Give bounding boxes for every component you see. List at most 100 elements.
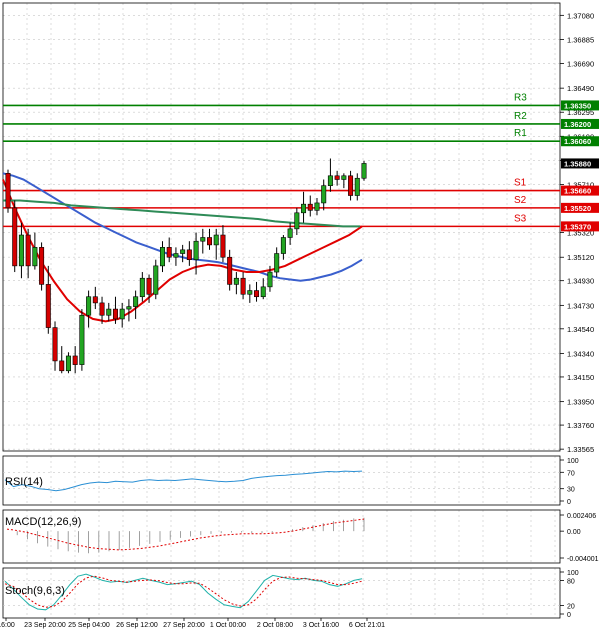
candle-bear	[207, 237, 213, 246]
candle-bull	[213, 234, 219, 246]
stoch-tick-label: 0	[567, 612, 571, 619]
candle-bull	[247, 290, 253, 295]
price-tick-label: 1.33565	[567, 445, 594, 454]
rsi-tick-label: 70	[567, 470, 575, 477]
level-name-s2: S2	[514, 195, 527, 206]
candle-bull	[126, 306, 132, 310]
price-tick-label: 1.34150	[567, 373, 594, 382]
candle-bull	[193, 240, 199, 261]
candle-bull	[260, 286, 266, 298]
stoch-tick-label: 80	[567, 578, 575, 585]
time-tick-label: 6 Oct 21:01	[349, 622, 385, 629]
rsi-line	[4, 470, 363, 492]
candle-bear	[227, 256, 233, 285]
candle-bull	[280, 237, 286, 254]
time-tick-label: 3 Oct 16:00	[303, 622, 339, 629]
level-tag-label: 1.36060	[564, 137, 591, 146]
candle-bear	[112, 308, 118, 320]
candle-bull	[294, 212, 300, 230]
candle-bull	[354, 177, 360, 196]
candle-bear	[72, 355, 78, 365]
candle-bear	[334, 175, 340, 180]
candle-bull	[180, 249, 186, 254]
price-tick-label: 1.34340	[567, 350, 594, 359]
macd-tick-label: 0.00	[567, 529, 581, 536]
candle-bear	[92, 296, 98, 304]
candle-bull	[86, 296, 92, 316]
candle-bull	[159, 247, 165, 267]
candle-bear	[45, 284, 51, 328]
candle-bull	[119, 308, 125, 320]
candle-bull	[65, 355, 71, 372]
price-tick-label: 1.36885	[567, 35, 594, 44]
stoch-label: Stoch(9,6,3)	[5, 585, 65, 597]
candle-bear	[5, 173, 11, 209]
panel-frame	[2, 509, 561, 564]
candle-bear	[307, 203, 313, 211]
candle-bull	[106, 308, 112, 316]
moving-average-line	[3, 199, 360, 228]
time-tick-label: 27 Sep 20:00	[163, 622, 205, 629]
macd-tick-label: -0.004001	[567, 556, 599, 563]
candle-bear	[25, 234, 31, 267]
price-tick-label: 1.35120	[567, 253, 594, 262]
level-tag-label: 1.35660	[564, 187, 591, 196]
candle-bull	[274, 253, 280, 273]
price-tick-label: 1.34930	[567, 277, 594, 286]
time-tick-label: 16:00	[0, 622, 15, 629]
price-tick-label: 1.36690	[567, 59, 594, 68]
candle-bear	[186, 249, 192, 261]
time-tick-label: 23 Sep 20:00	[24, 622, 66, 629]
level-tag-label: 1.35520	[564, 204, 591, 213]
candle-bull	[233, 277, 239, 285]
candle-bull	[139, 277, 145, 298]
panel-frame	[2, 567, 561, 619]
candle-bear	[39, 247, 45, 285]
level-name-r3: R3	[514, 92, 527, 103]
macd-tick-label: 0.002406	[567, 513, 596, 520]
candle-bull	[18, 234, 24, 267]
candle-bear	[52, 327, 58, 362]
candle-bull	[153, 265, 159, 295]
candle-bear	[99, 302, 105, 316]
candle-bull	[267, 271, 273, 288]
level-name-s1: S1	[514, 178, 527, 189]
candle-bear	[12, 207, 18, 267]
candle-bull	[32, 247, 38, 267]
level-name-r2: R2	[514, 111, 527, 122]
panel-frame	[2, 455, 561, 506]
level-name-r1: R1	[514, 128, 527, 139]
time-axis: 16:00 23 Sep 20:0025 Sep 04:00 26 Sep 12:0…	[0, 618, 385, 629]
price-axis: 1.370801.368851.366901.364901.362951.361…	[560, 11, 594, 454]
price-tick-label: 1.33950	[567, 398, 594, 407]
level-name-s3: S3	[514, 213, 527, 224]
price-tick-label: 1.33760	[567, 421, 594, 430]
price-tick-label: 1.37080	[567, 11, 594, 20]
current-price-label: 1.35880	[564, 159, 591, 168]
rsi-tick-label: 100	[567, 458, 579, 465]
macd-label: MACD(12,26,9)	[5, 516, 81, 528]
candle-bull	[200, 237, 206, 242]
time-tick-label: 26 Sep 12:00	[116, 622, 158, 629]
candle-bull	[287, 228, 293, 238]
price-tick-label: 1.34540	[567, 325, 594, 334]
candle-bear	[146, 277, 152, 295]
rsi-label: RSI(14)	[5, 476, 43, 488]
candle-bear	[220, 234, 226, 258]
time-tick-label: 1 Oct 00:00	[210, 622, 246, 629]
macd-panel: 0.002406 0.00 -0.004001 MACD(12,26,9)	[5, 513, 599, 563]
candle-bull	[327, 175, 333, 186]
stoch-tick-label: 100	[567, 570, 579, 577]
rsi-tick-label: 30	[567, 487, 575, 494]
candle-bull	[361, 163, 367, 179]
time-tick-label: 25 Sep 04:00	[68, 622, 110, 629]
time-tick-label: 2 Oct 08:00	[257, 622, 293, 629]
candle-bull	[173, 253, 179, 258]
candle-bull	[133, 296, 139, 307]
level-tag-label: 1.36200	[564, 120, 591, 129]
candle-bull	[79, 314, 85, 365]
forex-chart: R3 R2 R1 S1 S2 S3 1.37080 1.36885 1.36690 1.3649…	[0, 2, 599, 629]
level-price-tags: 1.36350 1.36200 1.36060 1.35660 1.35520 1.353…	[561, 100, 599, 232]
candle-bull	[314, 202, 320, 211]
candle-bull	[301, 203, 307, 214]
